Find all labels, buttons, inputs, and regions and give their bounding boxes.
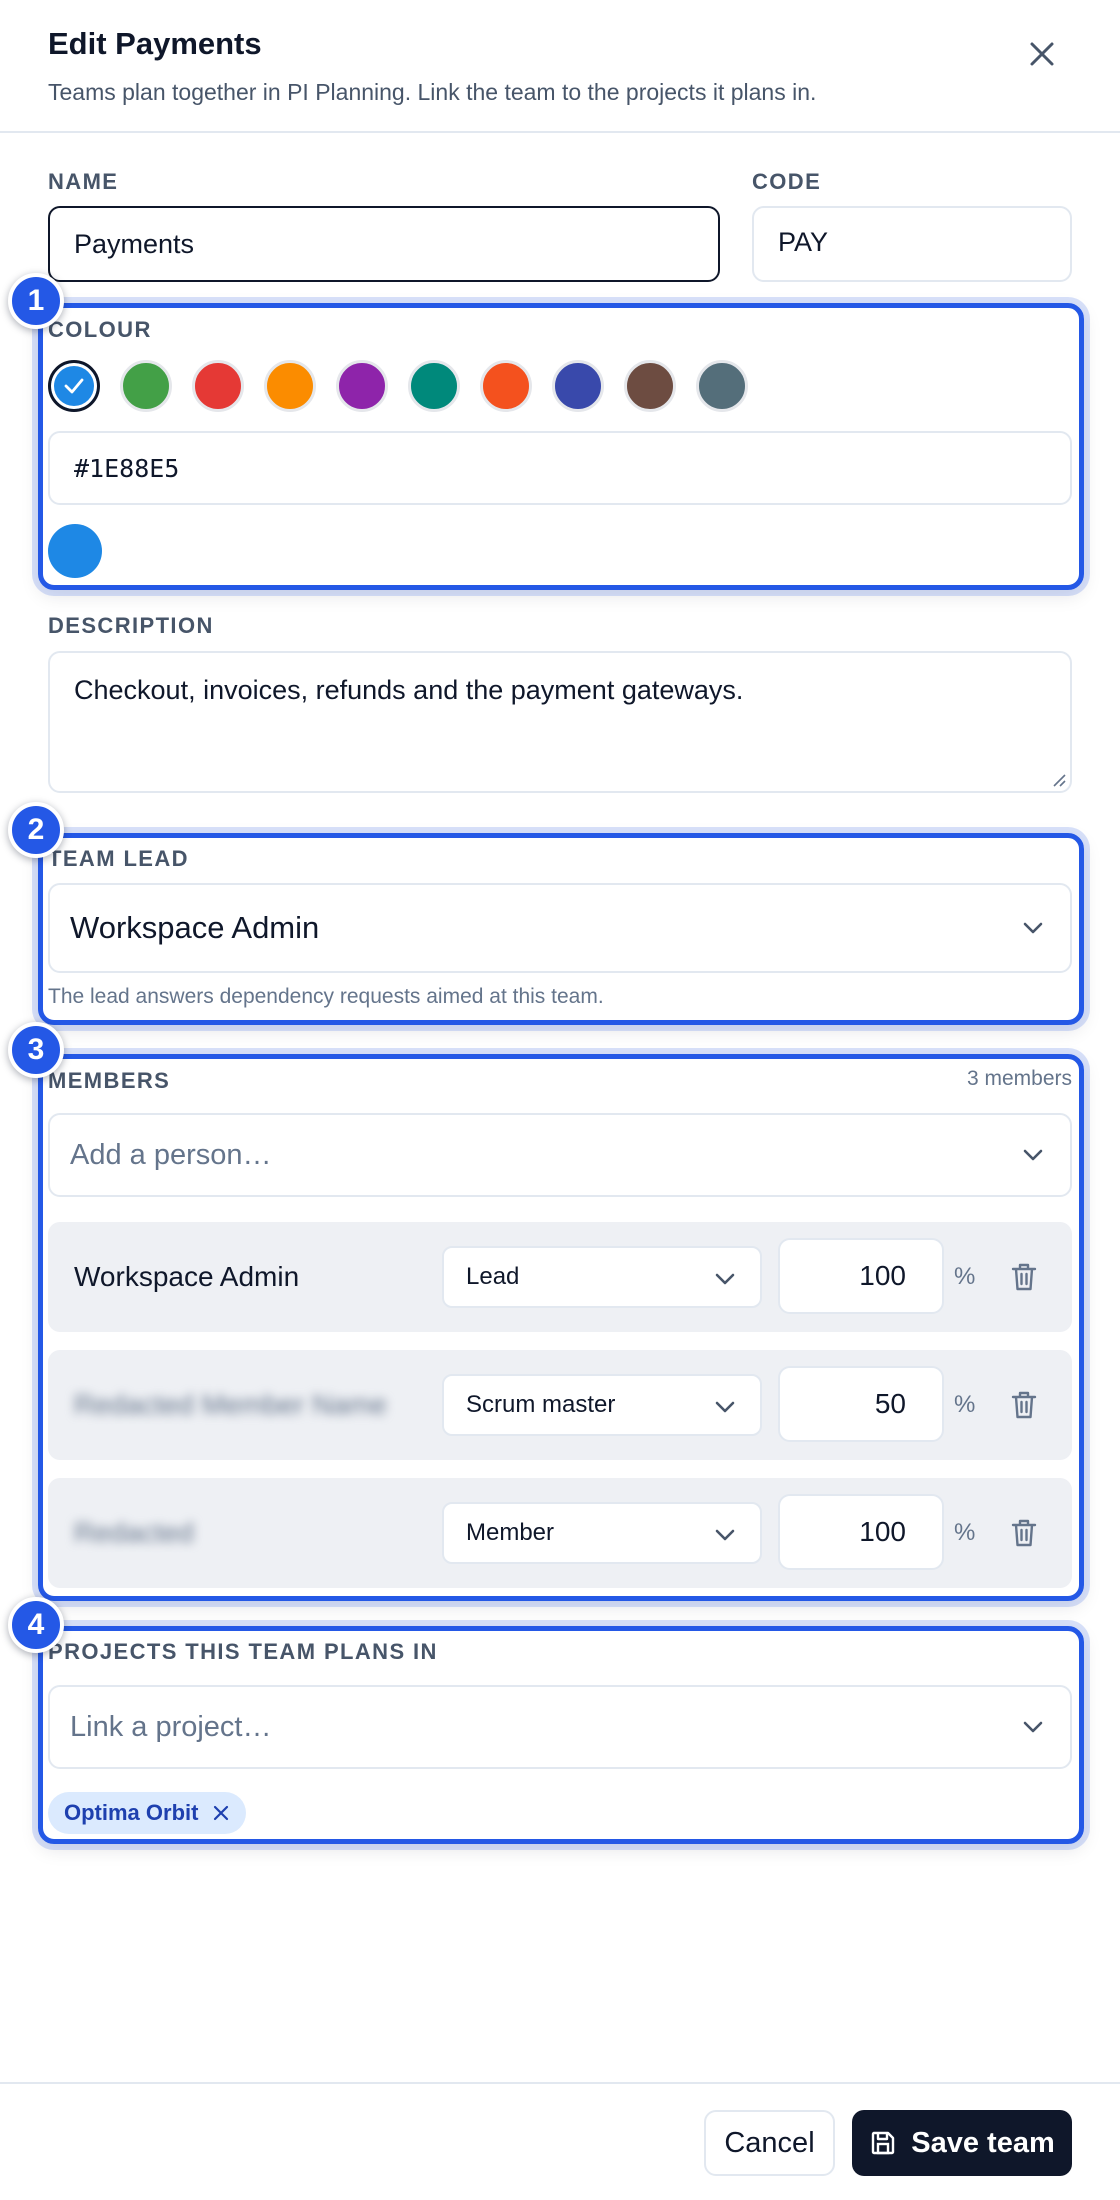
member-allocation-input[interactable]: 100 xyxy=(778,1494,944,1570)
colour-swatch[interactable] xyxy=(336,360,388,412)
percent-sign: % xyxy=(954,1519,976,1546)
description-label: DESCRIPTION xyxy=(48,613,214,638)
link-project-select[interactable]: Link a project… xyxy=(48,1685,1072,1769)
member-role-select[interactable]: Lead xyxy=(442,1246,762,1308)
check-icon xyxy=(64,378,84,394)
colour-swatch[interactable] xyxy=(624,360,676,412)
annotation-badge: 3 xyxy=(8,1022,64,1078)
colour-swatch[interactable] xyxy=(696,360,748,412)
annotation-badge: 2 xyxy=(8,802,64,858)
members-count: 3 members xyxy=(966,1067,1072,1090)
save-team-button[interactable]: Save team xyxy=(852,2110,1072,2176)
team-lead-value: Workspace Admin xyxy=(70,910,320,945)
colour-hex-value: #1E88E5 xyxy=(74,453,180,483)
member-name: Workspace Admin xyxy=(74,1261,300,1292)
member-name: Redacted Member Name xyxy=(74,1389,387,1420)
description-textarea[interactable]: Checkout, invoices, refunds and the paym… xyxy=(48,651,1072,793)
chevron-down-icon xyxy=(1023,1149,1043,1161)
close-icon[interactable] xyxy=(1022,34,1062,74)
dialog-title: Edit Payments xyxy=(48,26,262,61)
description-value: Checkout, invoices, refunds and the paym… xyxy=(74,675,744,705)
chevron-down-icon xyxy=(1023,922,1043,934)
member-name: Redacted xyxy=(74,1517,194,1548)
member-allocation-value: 100 xyxy=(859,1516,906,1547)
code-value: PAY xyxy=(778,226,829,257)
colour-swatch[interactable] xyxy=(408,360,460,412)
link-project-placeholder: Link a project… xyxy=(70,1710,272,1743)
annotation-badge: 4 xyxy=(8,1597,64,1653)
member-role-value: Scrum master xyxy=(466,1391,616,1418)
percent-sign: % xyxy=(954,1263,976,1290)
chevron-down-icon xyxy=(715,1529,735,1541)
team-lead-label: TEAM LEAD xyxy=(48,846,189,871)
colour-swatch[interactable] xyxy=(264,360,316,412)
name-input[interactable]: Payments xyxy=(48,206,720,282)
trash-icon[interactable] xyxy=(1006,1387,1042,1423)
cancel-button-label: Cancel xyxy=(724,2126,815,2159)
project-chip: Optima Orbit xyxy=(48,1792,247,1834)
name-value: Payments xyxy=(74,228,195,259)
member-row: Redacted Member 100% xyxy=(48,1478,1072,1588)
member-allocation-value: 100 xyxy=(859,1260,906,1291)
save-button-label: Save team xyxy=(911,2126,1055,2159)
chevron-down-icon xyxy=(715,1273,735,1285)
annotation-badge: 1 xyxy=(8,273,64,329)
add-person-placeholder: Add a person… xyxy=(70,1138,272,1171)
name-label: NAME xyxy=(48,169,119,194)
colour-preview xyxy=(48,524,102,578)
trash-icon[interactable] xyxy=(1006,1259,1042,1295)
member-row: Redacted Member Name Scrum master 50% xyxy=(48,1350,1072,1460)
colour-swatch[interactable] xyxy=(552,360,604,412)
member-role-select[interactable]: Scrum master xyxy=(442,1374,762,1436)
team-lead-select[interactable]: Workspace Admin xyxy=(48,883,1072,973)
members-label: MEMBERS xyxy=(48,1068,171,1093)
resize-handle-icon[interactable] xyxy=(1050,771,1066,787)
trash-icon[interactable] xyxy=(1006,1515,1042,1551)
chevron-down-icon xyxy=(1023,1721,1043,1733)
percent-sign: % xyxy=(954,1391,976,1418)
team-lead-help: The lead answers dependency requests aim… xyxy=(48,985,604,1008)
colour-swatch[interactable] xyxy=(480,360,532,412)
member-allocation-input[interactable]: 50 xyxy=(778,1366,944,1442)
member-role-select[interactable]: Member xyxy=(442,1502,762,1564)
code-label: CODE xyxy=(752,169,822,194)
projects-label: PROJECTS THIS TEAM PLANS IN xyxy=(48,1639,438,1664)
add-person-select[interactable]: Add a person… xyxy=(48,1113,1072,1197)
member-role-value: Member xyxy=(466,1519,555,1546)
remove-chip-icon[interactable] xyxy=(212,1804,230,1822)
member-role-value: Lead xyxy=(466,1263,520,1290)
member-row: Workspace Admin Lead 100% xyxy=(48,1222,1072,1332)
chevron-down-icon xyxy=(715,1401,735,1413)
colour-swatch[interactable] xyxy=(48,360,100,412)
cancel-button[interactable]: Cancel xyxy=(704,2110,835,2176)
member-allocation-input[interactable]: 100 xyxy=(778,1238,944,1314)
dialog-subtitle: Teams plan together in PI Planning. Link… xyxy=(48,79,817,105)
colour-label: COLOUR xyxy=(48,317,152,342)
colour-swatch[interactable] xyxy=(120,360,172,412)
colour-hex-input[interactable]: #1E88E5 xyxy=(48,431,1072,505)
member-allocation-value: 50 xyxy=(874,1388,906,1419)
colour-swatch[interactable] xyxy=(192,360,244,412)
save-icon xyxy=(872,2131,895,2155)
project-chip-label: Optima Orbit xyxy=(64,1800,199,1825)
dialog-header: Edit Payments Teams plan together in PI … xyxy=(0,0,1120,133)
code-input[interactable]: PAY xyxy=(752,206,1072,282)
